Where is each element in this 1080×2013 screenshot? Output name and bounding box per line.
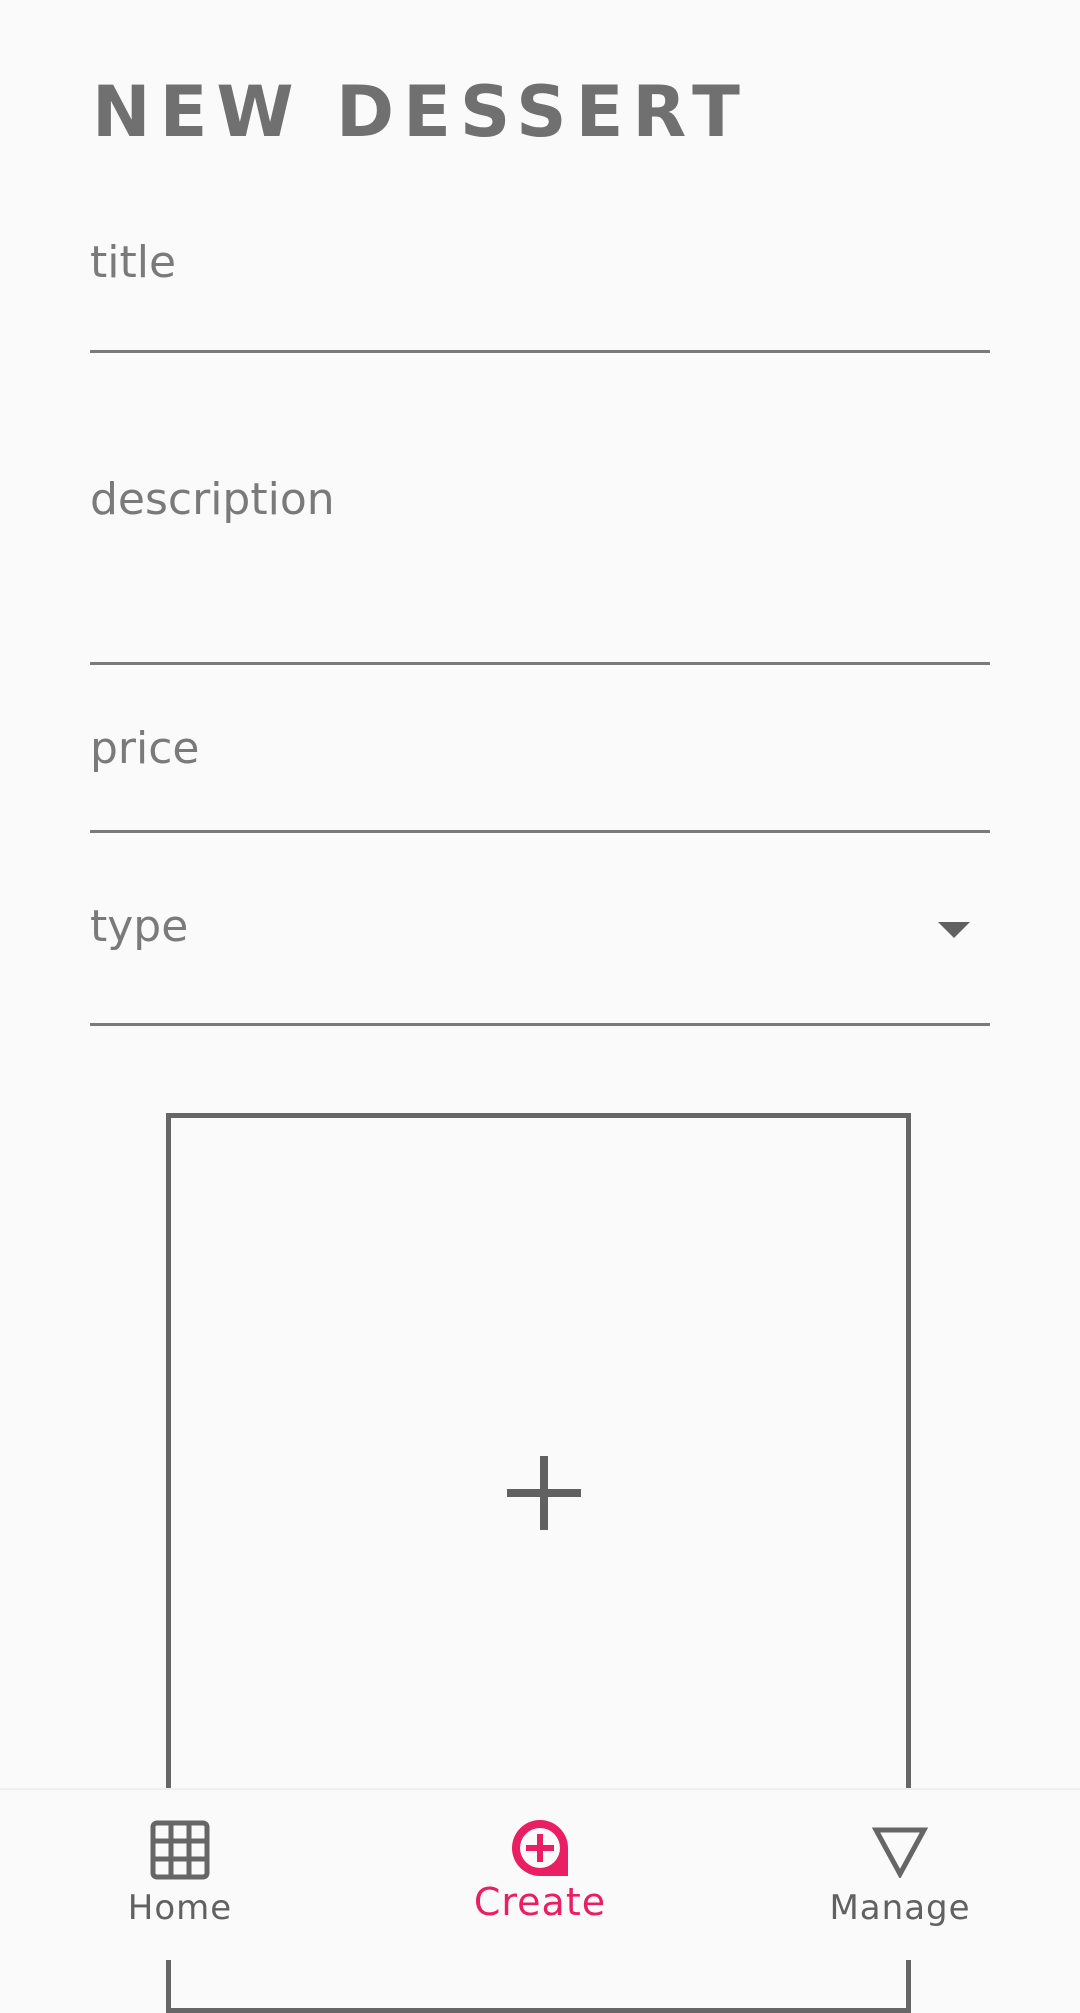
- nav-item-manage[interactable]: Manage: [780, 1790, 1020, 1960]
- title-placeholder: title: [90, 237, 177, 288]
- price-placeholder: price: [90, 723, 200, 774]
- nav-label-manage: Manage: [829, 1888, 971, 1928]
- nav-item-home[interactable]: Home: [60, 1790, 300, 1960]
- description-field[interactable]: description: [90, 350, 990, 665]
- bottom-navigation: Home Create Manage: [0, 1788, 1080, 1960]
- price-field[interactable]: price: [90, 662, 990, 833]
- page-title: NEW DESSERT: [92, 71, 749, 153]
- description-placeholder: description: [90, 474, 335, 525]
- nav-item-create[interactable]: Create: [420, 1790, 660, 1960]
- add-circle-icon: [512, 1820, 568, 1876]
- type-placeholder: type: [90, 901, 189, 952]
- triangle-down-icon: [872, 1827, 928, 1878]
- grid-icon: [150, 1820, 210, 1880]
- type-dropdown[interactable]: type: [90, 830, 990, 1026]
- dropdown-arrow-icon[interactable]: [938, 922, 970, 938]
- plus-icon: [507, 1456, 581, 1530]
- nav-label-home: Home: [127, 1888, 233, 1928]
- nav-label-create: Create: [473, 1880, 607, 1924]
- title-field[interactable]: title: [90, 220, 990, 353]
